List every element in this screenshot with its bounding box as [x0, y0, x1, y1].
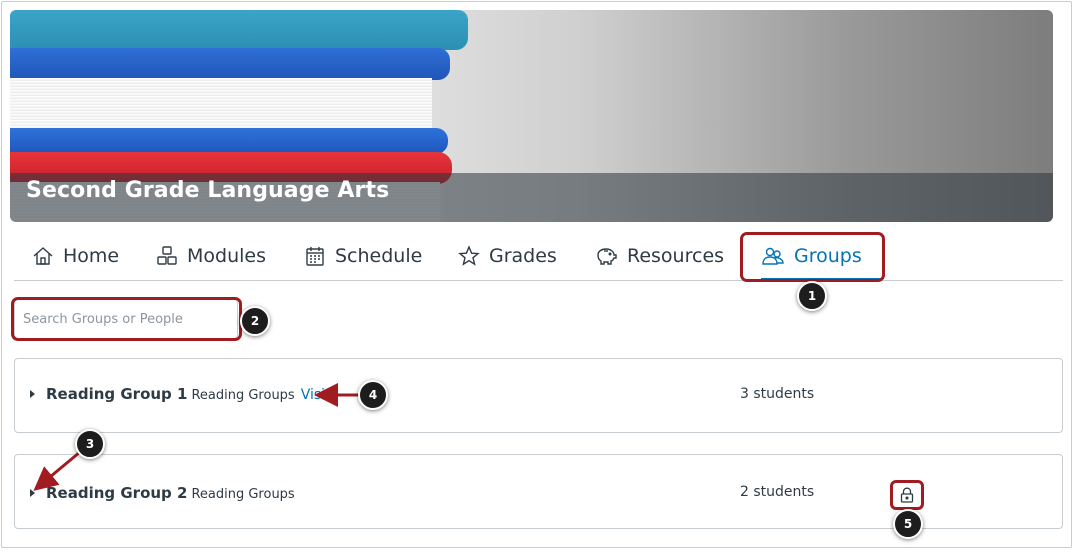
callout-arrows: [33, 383, 360, 491]
callout-marker-4: 4: [358, 380, 388, 410]
arrow-to-expand-caret: [33, 450, 81, 491]
callout-marker-3: 3: [75, 429, 105, 459]
